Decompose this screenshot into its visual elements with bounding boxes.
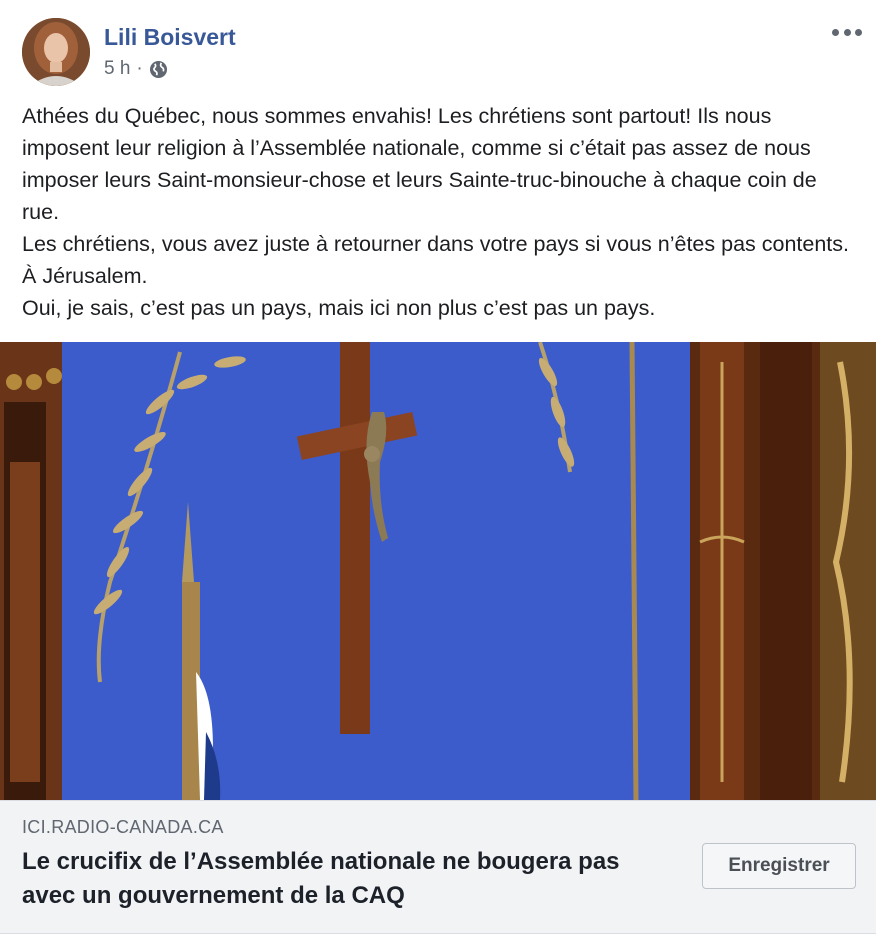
- link-preview-image[interactable]: [0, 342, 876, 800]
- globe-icon[interactable]: [149, 60, 168, 79]
- link-title[interactable]: Le crucifix de l’Assemblée nationale ne …: [22, 845, 662, 913]
- meta-separator: ·: [136, 58, 143, 79]
- post-time[interactable]: 5 h: [104, 58, 130, 80]
- author-name[interactable]: Lili Boisvert: [104, 24, 236, 51]
- post-paragraph: Athées du Québec, nous sommes envahis! L…: [22, 104, 823, 224]
- avatar[interactable]: [22, 18, 90, 86]
- post-meta: 5 h ·: [104, 58, 168, 80]
- post-paragraph: Oui, je sais, c’est pas un pays, mais ic…: [22, 296, 656, 320]
- link-preview-footer[interactable]: ICI.RADIO-CANADA.CA Le crucifix de l’Ass…: [0, 800, 876, 934]
- more-options-icon[interactable]: [832, 22, 862, 42]
- link-domain: ICI.RADIO-CANADA.CA: [22, 817, 224, 837]
- save-button[interactable]: Enregistrer: [702, 843, 856, 889]
- post-body: Athées du Québec, nous sommes envahis! L…: [22, 100, 852, 324]
- post-paragraph: Les chrétiens, vous avez juste à retourn…: [22, 232, 855, 288]
- post-header: Lili Boisvert 5 h ·: [22, 18, 876, 88]
- facebook-post: Lili Boisvert 5 h · Athées du Québec, no…: [0, 0, 876, 938]
